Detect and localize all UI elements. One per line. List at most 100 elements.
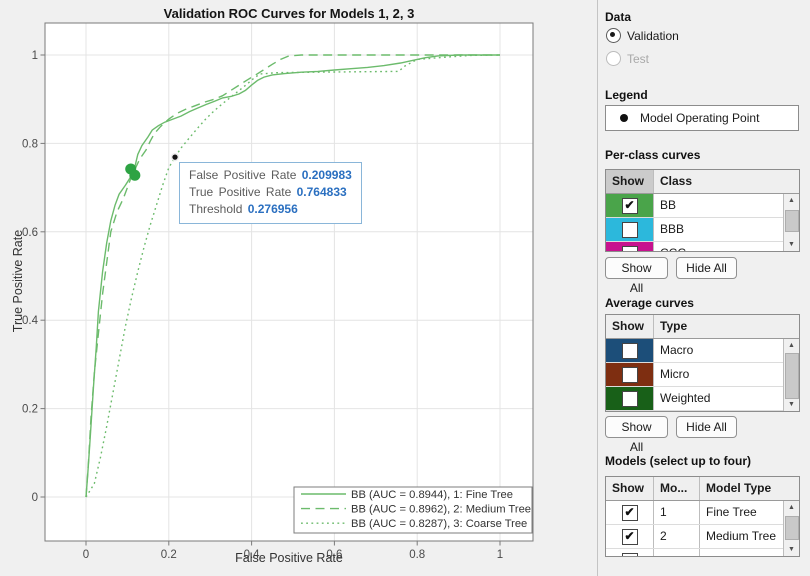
plot-region: 00.20.40.60.8100.20.40.60.81BB (AUC = 0.… [0,0,597,576]
per-class-section-title: Per-class curves [605,148,700,162]
average-show-all-button[interactable]: Show All [605,416,668,438]
class-label: BB [654,194,799,217]
datatip-row: True Positive Rate 0.764833 [189,184,352,201]
svg-text:BB (AUC = 0.8944), 1: Fine Tre: BB (AUC = 0.8944), 1: Fine Tree [351,489,513,501]
model-column-header: Mo... [654,477,700,500]
per-class-row-bb[interactable]: BB [606,194,799,218]
model-show-cell [606,525,654,548]
average-color-swatch [606,339,654,362]
model-show-cell [606,501,654,524]
datatip-value: 0.209983 [302,168,352,182]
models-table-header: Show Mo... Model Type [606,477,799,501]
datatip-label: False Positive Rate [189,168,296,182]
scroll-down-button[interactable]: ▼ [784,238,799,251]
models-row-1[interactable]: 1 Fine Tree [606,501,799,525]
triangle-down-icon: ▼ [788,241,795,248]
svg-text:BB (AUC = 0.8287), 3: Coarse T: BB (AUC = 0.8287), 3: Coarse Tree [351,518,527,530]
average-hide-all-button[interactable]: Hide All [676,416,737,438]
datatip: False Positive Rate 0.209983 True Positi… [179,162,362,224]
scroll-down-button[interactable]: ▼ [784,398,799,411]
svg-text:0.8: 0.8 [22,138,38,150]
class-color-swatch [606,242,654,252]
average-color-swatch [606,387,654,410]
per-class-table-header: Show Class [606,170,799,194]
radio-validation-label: Validation [627,29,679,43]
model-type-column-header: Model Type [700,477,799,500]
svg-text:1: 1 [32,50,38,62]
show-checkbox[interactable] [622,529,638,545]
per-class-hide-all-button[interactable]: Hide All [676,257,737,279]
average-type-label: Weighted [654,387,799,410]
scrollbar-thumb[interactable] [785,210,799,232]
show-checkbox[interactable] [622,505,638,521]
radio-circle-icon [606,28,621,43]
triangle-up-icon: ▲ [788,504,795,511]
datatip-label: True Positive Rate [189,185,291,199]
operating-point-dot-icon [620,114,628,122]
radio-validation[interactable]: Validation [606,28,679,43]
show-checkbox[interactable] [622,343,638,359]
model-number: 1 [654,501,700,524]
data-section-title: Data [605,10,631,24]
model-show-cell [606,549,654,557]
datatip-label: Threshold [189,202,242,216]
roc-curve-app-window: 00.20.40.60.8100.20.40.60.81BB (AUC = 0.… [0,0,810,576]
class-color-swatch [606,218,654,241]
show-checkbox[interactable] [622,367,638,383]
models-row-3[interactable] [606,549,799,557]
show-checkbox[interactable] [622,391,638,407]
models-row-2[interactable]: 2 Medium Tree [606,525,799,549]
scroll-up-button[interactable]: ▲ [784,339,799,352]
scrollbar-thumb[interactable] [785,353,799,399]
show-checkbox[interactable] [622,198,638,214]
average-scrollbar[interactable]: ▲ ▼ [783,339,799,411]
svg-text:0.2: 0.2 [22,404,38,416]
triangle-up-icon: ▲ [788,197,795,204]
average-section-title: Average curves [605,296,694,310]
models-table: Show Mo... Model Type 1 Fine Tree 2 Medi… [605,476,800,557]
per-class-row-bbb[interactable]: BBB [606,218,799,242]
class-color-swatch [606,194,654,217]
per-class-table: Show Class BB BBB CCC [605,169,800,252]
radio-test: Test [606,51,649,66]
y-axis-label: True Positive Rate [11,201,25,361]
triangle-up-icon: ▲ [788,342,795,349]
show-checkbox[interactable] [622,246,638,252]
models-scrollbar[interactable]: ▲ ▼ [783,501,799,556]
average-table-header: Show Type [606,315,799,339]
average-row-macro[interactable]: Macro [606,339,799,363]
datatip-value: 0.276956 [248,202,298,216]
type-column-header: Type [654,315,799,338]
show-checkbox[interactable] [622,553,638,557]
x-axis-label: False Positive Rate [45,551,533,565]
roc-chart[interactable]: 00.20.40.60.8100.20.40.60.81BB (AUC = 0.… [0,0,597,576]
operating-point-label: Model Operating Point [640,111,759,125]
scrollbar-thumb[interactable] [785,516,799,540]
controls-panel: Data Validation Test Legend Model Operat… [597,0,810,576]
radio-test-label: Test [627,52,649,66]
average-curves-table: Show Type Macro Micro Weighted [605,314,800,412]
model-number [654,549,700,557]
scroll-up-button[interactable]: ▲ [784,194,799,207]
class-label: BBB [654,218,799,241]
svg-text:BB (AUC = 0.8962), 2: Medium T: BB (AUC = 0.8962), 2: Medium Tree [351,504,531,516]
average-type-label: Macro [654,339,799,362]
class-label: CCC [654,242,799,252]
chart-title: Validation ROC Curves for Models 1, 2, 3 [45,6,533,21]
operating-point-legend: Model Operating Point [605,105,799,131]
per-class-show-all-button[interactable]: Show All [605,257,668,279]
scroll-up-button[interactable]: ▲ [784,501,799,514]
datatip-value: 0.764833 [297,185,347,199]
average-row-micro[interactable]: Micro [606,363,799,387]
show-column-header: Show [606,170,654,193]
svg-text:0: 0 [32,492,38,504]
scroll-down-button[interactable]: ▼ [784,543,799,556]
average-row-weighted[interactable]: Weighted [606,387,799,411]
show-column-header: Show [606,477,654,500]
legend-section-title: Legend [605,88,648,102]
average-type-label: Micro [654,363,799,386]
per-class-scrollbar[interactable]: ▲ ▼ [783,194,799,251]
show-checkbox[interactable] [622,222,638,238]
per-class-row-ccc[interactable]: CCC [606,242,799,252]
datatip-row: False Positive Rate 0.209983 [189,167,352,184]
